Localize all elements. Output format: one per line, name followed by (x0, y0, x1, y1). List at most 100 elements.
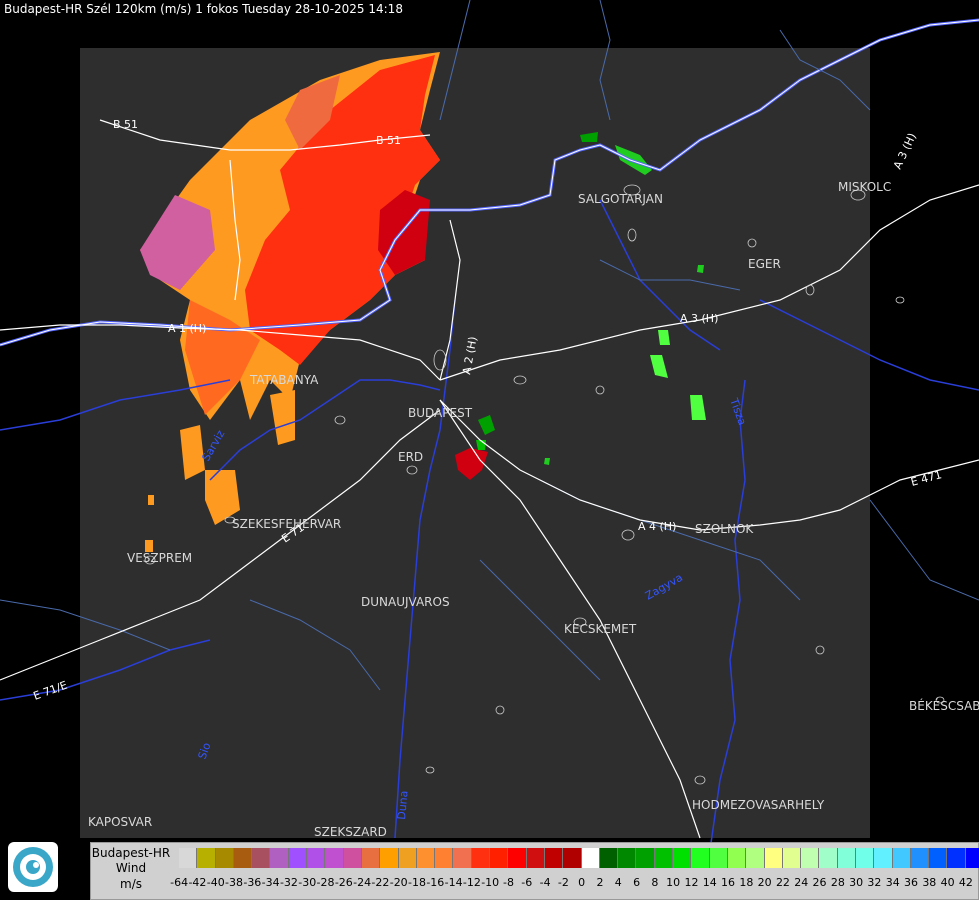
city-label-kaposvar: KAPOSVAR (88, 815, 152, 829)
legend-tick-label: 6 (633, 876, 641, 889)
legend-tick-label: -34 (261, 876, 280, 889)
legend-swatch (179, 848, 198, 868)
city-label-veszprem: VESZPREM (127, 551, 192, 565)
legend-tick-label: -8 (503, 876, 514, 889)
road-label-e471: E 471 (909, 468, 943, 489)
legend-tick-label: 30 (849, 876, 864, 889)
legend-swatch (636, 848, 655, 868)
legend-tick-label: -18 (408, 876, 426, 889)
legend-swatch (837, 848, 856, 868)
legend-tick-label: 14 (702, 876, 717, 889)
legend-tick-label: 2 (596, 876, 604, 889)
legend-tick-label: 26 (812, 876, 827, 889)
legend-tick-label: -64 (170, 876, 189, 889)
wind-legend: Budapest-HR Wind m/s -64 -42 -40 -38 -36 -34-… (90, 842, 979, 900)
legend-swatch (673, 848, 692, 868)
legend-tick-label: 16 (721, 876, 736, 889)
city-label-szolnok: SZOLNOK (695, 522, 754, 536)
legend-tick-label: 24 (794, 876, 809, 889)
legend-tick-label: 8 (651, 876, 659, 889)
road-label-a4: A 4 (H) (638, 520, 676, 533)
legend-tick-label: -20 (389, 876, 408, 889)
legend-tick-label: 38 (922, 876, 937, 889)
legend-swatch (471, 848, 491, 868)
legend-swatch (526, 848, 545, 868)
omsz-logo (8, 842, 58, 892)
city-label-hodmezovasarhely: HODMEZOVASARHELY (692, 798, 825, 812)
legend-swatch (270, 848, 289, 868)
legend-tick-label: -12 (462, 876, 481, 889)
legend-tick-label: 4 (614, 876, 622, 889)
legend-swatch (380, 848, 399, 868)
legend-tick-label: -10 (481, 876, 500, 889)
legend-swatch (782, 848, 802, 868)
legend-tick-label: 42 (958, 876, 973, 889)
legend-tick-label: -4 (539, 876, 551, 889)
legend-tick-label: -22 (371, 876, 390, 889)
legend-swatch (910, 848, 930, 868)
legend-swatch (618, 848, 637, 868)
river-label-duna: Duna (395, 790, 410, 820)
legend-swatch (215, 848, 234, 868)
legend-swatch (947, 848, 966, 868)
legend-swatch (599, 848, 619, 868)
legend-tick-label: -30 (298, 876, 317, 889)
legend-swatch (416, 848, 436, 868)
road-label-e71e: E 71/E (32, 679, 69, 703)
city-label-tatabanya: TATABANYA (249, 373, 319, 387)
legend-swatch (398, 848, 417, 868)
legend-tick-label: 0 (578, 876, 586, 889)
legend-tick-label: 18 (739, 876, 754, 889)
legend-tick-label: -2 (557, 876, 569, 889)
legend-swatch (874, 848, 893, 868)
legend-tick-label: 36 (904, 876, 919, 889)
legend-swatch (801, 848, 820, 868)
legend-tick-label: 10 (666, 876, 681, 889)
legend-tick-label: -6 (521, 876, 533, 889)
city-label-bekescsaba: BÉKÉSCSAB (909, 698, 979, 713)
legend-swatch (855, 848, 875, 868)
legend-quantity: Wind (115, 861, 147, 875)
legend-tick-label: -14 (444, 876, 463, 889)
legend-swatch (361, 848, 381, 868)
road-label-b51-east: B 51 (376, 134, 401, 147)
legend-swatch (508, 848, 527, 868)
legend-swatch (929, 848, 948, 868)
city-label-dunaujvaros: DUNAUJVAROS (361, 595, 450, 609)
legend-tick-label: 34 (885, 876, 900, 889)
legend-tick-label: -24 (353, 876, 372, 889)
legend-tick-label: -42 (188, 876, 207, 889)
legend-tick-label: -38 (225, 876, 244, 889)
city-label-eger: EGER (748, 257, 781, 271)
road-label-b51-west: B 51 (113, 118, 138, 131)
legend-swatch (453, 848, 472, 868)
city-label-miskolc: MISKOLC (838, 180, 891, 194)
legend-color-scale (179, 848, 979, 868)
legend-tick-label: -36 (243, 876, 262, 889)
legend-tick-label: -28 (316, 876, 335, 889)
city-label-budapest: BUDAPEST (408, 406, 473, 420)
legend-swatch (252, 848, 271, 868)
road-label-a1: A 1 (H) (168, 322, 206, 335)
legend-swatch (581, 848, 600, 868)
legend-tick-label: -16 (426, 876, 445, 889)
legend-swatch (727, 848, 747, 868)
legend-swatch (819, 848, 838, 868)
map-title: Budapest-HR Szél 120km (m/s) 1 fokos Tue… (4, 2, 403, 16)
legend-tick-label: 12 (684, 876, 699, 889)
legend-tick-label: 32 (867, 876, 882, 889)
legend-swatch (544, 848, 564, 868)
legend-swatch (307, 848, 326, 868)
legend-swatch (435, 848, 454, 868)
legend-swatch (233, 848, 253, 868)
city-label-salgotarjan: SALGOTARJAN (578, 192, 663, 206)
road-label-a3: A 3 (H) (680, 312, 718, 325)
legend-tick-label: 40 (940, 876, 955, 889)
legend-tick-label: -26 (334, 876, 353, 889)
legend-swatch (288, 848, 308, 868)
legend-tick-label: -40 (206, 876, 225, 889)
legend-swatch (746, 848, 765, 868)
legend-swatch (764, 848, 783, 868)
city-label-erd: ERD (398, 450, 423, 464)
legend-title: Budapest-HR (91, 846, 171, 860)
